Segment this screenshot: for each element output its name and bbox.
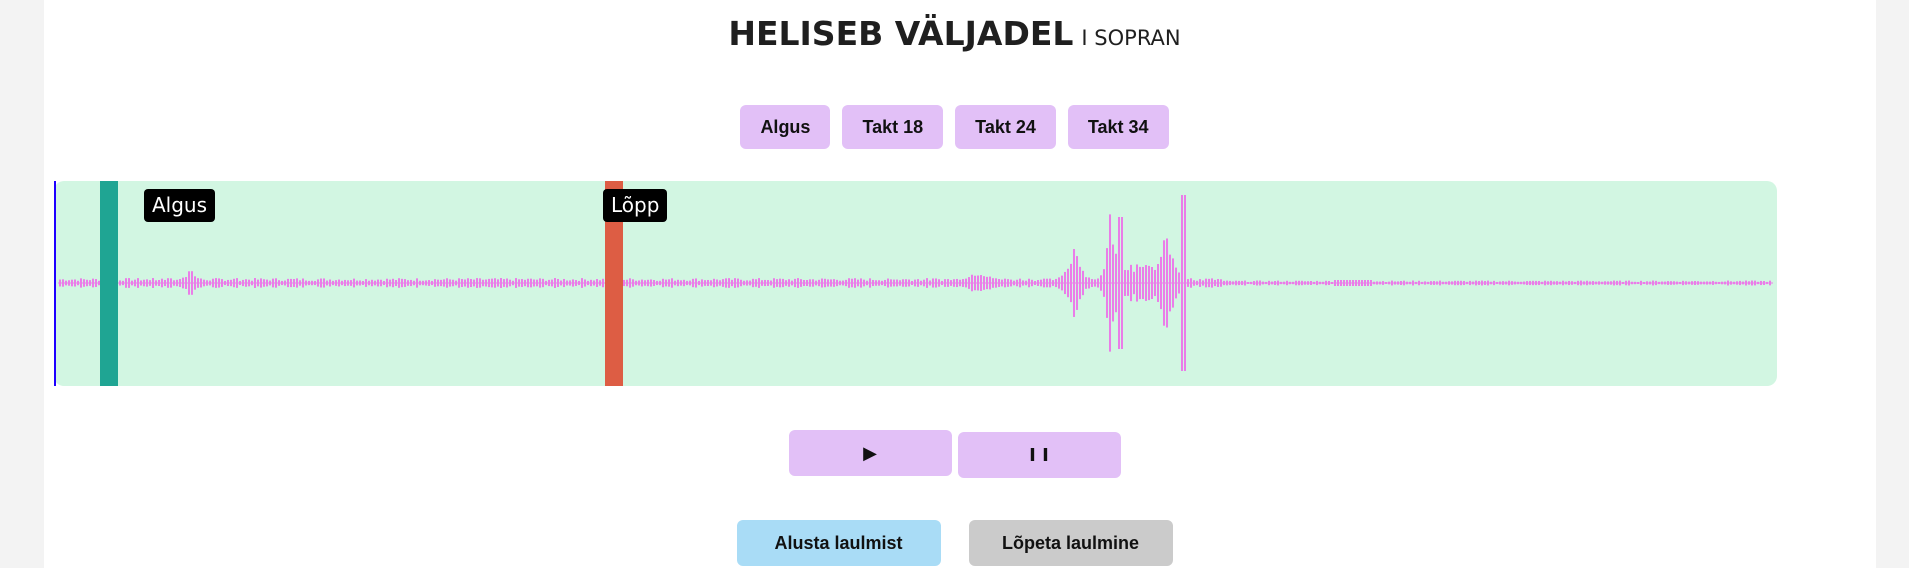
stop-singing-button[interactable]: Lõpeta laulmine xyxy=(968,520,1173,566)
region-start-label: Algus xyxy=(144,189,216,222)
start-singing-button[interactable]: Alusta laulmist xyxy=(736,520,941,566)
region-end-label: Lõpp xyxy=(603,189,668,222)
pause-button[interactable]: I I xyxy=(957,432,1121,478)
marker-buttons: Algus Takt 18 Takt 24 Takt 34 xyxy=(0,105,1909,149)
marker-button-takt-34[interactable]: Takt 34 xyxy=(1067,105,1169,149)
marker-button-takt-18[interactable]: Takt 18 xyxy=(842,105,944,149)
marker-button-algus[interactable]: Algus xyxy=(740,105,831,149)
waveform-panel[interactable] xyxy=(54,181,1777,386)
region-start-handle[interactable] xyxy=(100,181,118,386)
playback-cursor[interactable] xyxy=(54,181,56,386)
page-title: HELISEB VÄLJADEL xyxy=(728,14,1074,53)
singing-controls: Alusta laulmist Lõpeta laulmine xyxy=(0,520,1909,566)
header: HELISEB VÄLJADEL I SOPRAN xyxy=(0,14,1909,53)
play-button[interactable]: ▶ xyxy=(788,430,952,476)
waveform xyxy=(58,195,1773,371)
transport-controls: ▶ I I xyxy=(0,430,1909,478)
marker-button-takt-24[interactable]: Takt 24 xyxy=(955,105,1056,149)
voice-part-label: I SOPRAN xyxy=(1081,26,1181,50)
play-icon: ▶ xyxy=(863,442,877,464)
pause-icon: I I xyxy=(1029,444,1049,466)
